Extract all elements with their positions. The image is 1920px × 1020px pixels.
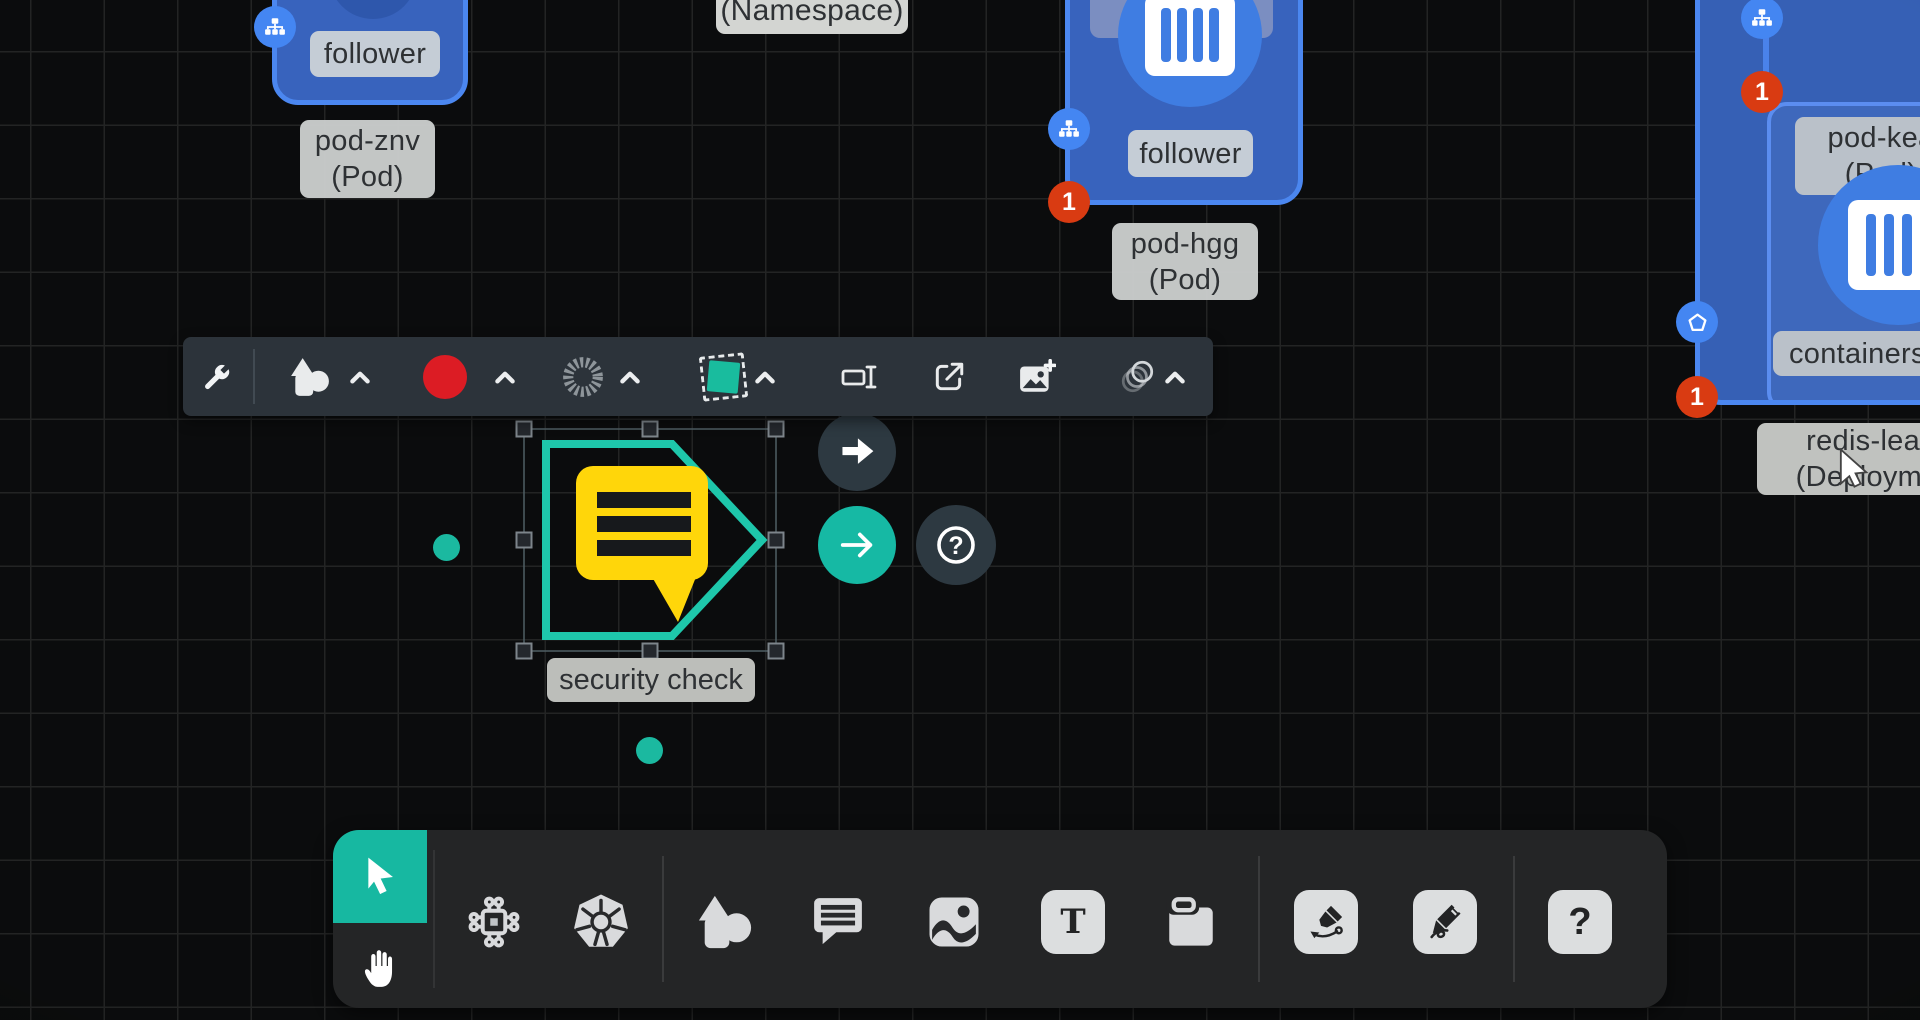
- pencil-freehand-tool-button[interactable]: [1412, 889, 1478, 955]
- badge-count: 1: [1755, 78, 1769, 107]
- pen-connector-icon: [1294, 890, 1358, 954]
- chevron-up-icon[interactable]: [754, 370, 776, 383]
- toolbar-separator: [1513, 856, 1515, 982]
- chevron-up-icon[interactable]: [619, 370, 641, 383]
- label-line1: redis-leader: [1806, 423, 1920, 459]
- hand-icon: [357, 943, 403, 989]
- border-style-ring-icon[interactable]: [557, 352, 609, 402]
- kubernetes-tool-button[interactable]: [568, 889, 634, 955]
- containers-label: containers.: [1789, 336, 1920, 372]
- label-line2: (Pod): [331, 159, 403, 195]
- node-pod-znv[interactable]: follower: [272, 0, 468, 105]
- shapes-tool-button[interactable]: [692, 889, 758, 955]
- sitemap-badge[interactable]: [254, 6, 296, 48]
- image-tool-button[interactable]: [921, 889, 987, 955]
- image-icon: [926, 894, 982, 950]
- help-tool-button[interactable]: ?: [1547, 889, 1613, 955]
- rename-icon[interactable]: [839, 360, 883, 394]
- open-external-icon[interactable]: [931, 360, 967, 394]
- selected-shape-group[interactable]: [510, 416, 800, 664]
- node-label-pod-znv[interactable]: pod-znv (Pod): [300, 120, 435, 198]
- toolbar-separator: [433, 850, 435, 988]
- connect-arrow-button[interactable]: [818, 413, 896, 491]
- note-icon: [1162, 893, 1220, 951]
- pen-connector-tool-button[interactable]: [1293, 889, 1359, 955]
- connection-point[interactable]: [636, 737, 663, 764]
- chevron-up-icon[interactable]: [1164, 370, 1186, 383]
- speech-bubble-icon: [576, 466, 708, 622]
- pod-icon-circle: [1118, 0, 1262, 107]
- wrench-icon[interactable]: [195, 361, 237, 393]
- quick-connect-button[interactable]: [818, 506, 896, 584]
- connection-count-badge[interactable]: 1: [1741, 71, 1783, 113]
- badge-count: 1: [1062, 188, 1076, 217]
- arrow-right-icon: [837, 432, 877, 472]
- circuit-icon: [464, 892, 524, 952]
- shape-name-text: security check: [559, 664, 743, 697]
- badge-count: 1: [1690, 383, 1704, 412]
- circuit-tool-button[interactable]: [461, 889, 527, 955]
- container-icon: [1145, 0, 1235, 76]
- toolbar-separator: [253, 349, 255, 404]
- pencil-freehand-icon: [1413, 890, 1477, 954]
- chevron-up-icon[interactable]: [494, 370, 516, 383]
- label-line2: (Deployment): [1796, 459, 1920, 495]
- note-tool-button[interactable]: [1158, 889, 1224, 955]
- node-pod-hgg[interactable]: follower: [1065, 0, 1303, 205]
- shape-name-label[interactable]: security check: [547, 658, 755, 702]
- node-title-chip: follower: [310, 31, 440, 77]
- comment-tool-button[interactable]: [805, 889, 871, 955]
- help-button[interactable]: ?: [916, 505, 996, 585]
- comment-icon: [809, 893, 867, 951]
- pentagon-icon: [1687, 312, 1708, 333]
- help-tool-icon: ?: [1548, 890, 1612, 954]
- sitemap-icon: [1751, 7, 1773, 29]
- cursor-icon: [359, 855, 401, 899]
- cursor-tool-button[interactable]: [333, 830, 427, 923]
- image-add-icon[interactable]: [1018, 359, 1056, 395]
- text-tool-icon: T: [1041, 890, 1105, 954]
- canvas[interactable]: { "canvas": { "background": "#0b0c0d", "…: [0, 0, 1920, 1020]
- connection-point[interactable]: [433, 534, 460, 561]
- node-redis-leader[interactable]: pod-kea (Pod) containers.: [1695, 0, 1920, 405]
- sitemap-badge[interactable]: [1048, 108, 1090, 150]
- arrow-right-icon: [838, 526, 876, 564]
- containers-chip[interactable]: containers.: [1773, 331, 1920, 376]
- pod-icon-circle: [329, 0, 417, 19]
- node-label-pod-hgg[interactable]: pod-hgg (Pod): [1112, 223, 1258, 300]
- connection-count-badge[interactable]: 1: [1048, 181, 1090, 223]
- label-line1: pod-znv: [315, 123, 420, 159]
- question-circle-icon: ?: [932, 521, 980, 569]
- text-tool-button[interactable]: T: [1040, 889, 1106, 955]
- hand-tool-button[interactable]: [333, 923, 427, 1008]
- label-line2: (Pod): [1149, 262, 1221, 298]
- sitemap-icon: [264, 16, 286, 38]
- node-label-redis-leader[interactable]: redis-leader (Deployment): [1757, 423, 1920, 495]
- bottom-tool-palette: T ?: [333, 830, 1667, 1008]
- toolbar-separator: [662, 856, 664, 982]
- label-line2: (Namespace): [720, 0, 903, 29]
- layers-icon[interactable]: [1118, 358, 1158, 396]
- connection-count-badge[interactable]: 1: [1676, 376, 1718, 418]
- node-title-chip: follower: [1128, 130, 1253, 177]
- shapes-icon[interactable]: [287, 356, 333, 398]
- toolbar-separator: [1258, 856, 1260, 982]
- floating-format-toolbar: [183, 337, 1213, 416]
- fill-color-swatch[interactable]: [423, 355, 467, 399]
- pentagon-badge[interactable]: [1676, 301, 1718, 343]
- container-icon: [1848, 200, 1920, 290]
- chevron-up-icon[interactable]: [349, 370, 371, 383]
- svg-text:?: ?: [948, 532, 963, 560]
- kubernetes-icon: [570, 891, 632, 953]
- sitemap-icon: [1058, 118, 1080, 140]
- label-line1: pod-hgg: [1131, 226, 1240, 262]
- label-line1: pod-kea: [1828, 120, 1920, 156]
- node-label-namespace[interactable]: (Namespace): [716, 0, 908, 34]
- shapes-icon: [696, 893, 754, 951]
- selection-style-icon[interactable]: [703, 361, 743, 392]
